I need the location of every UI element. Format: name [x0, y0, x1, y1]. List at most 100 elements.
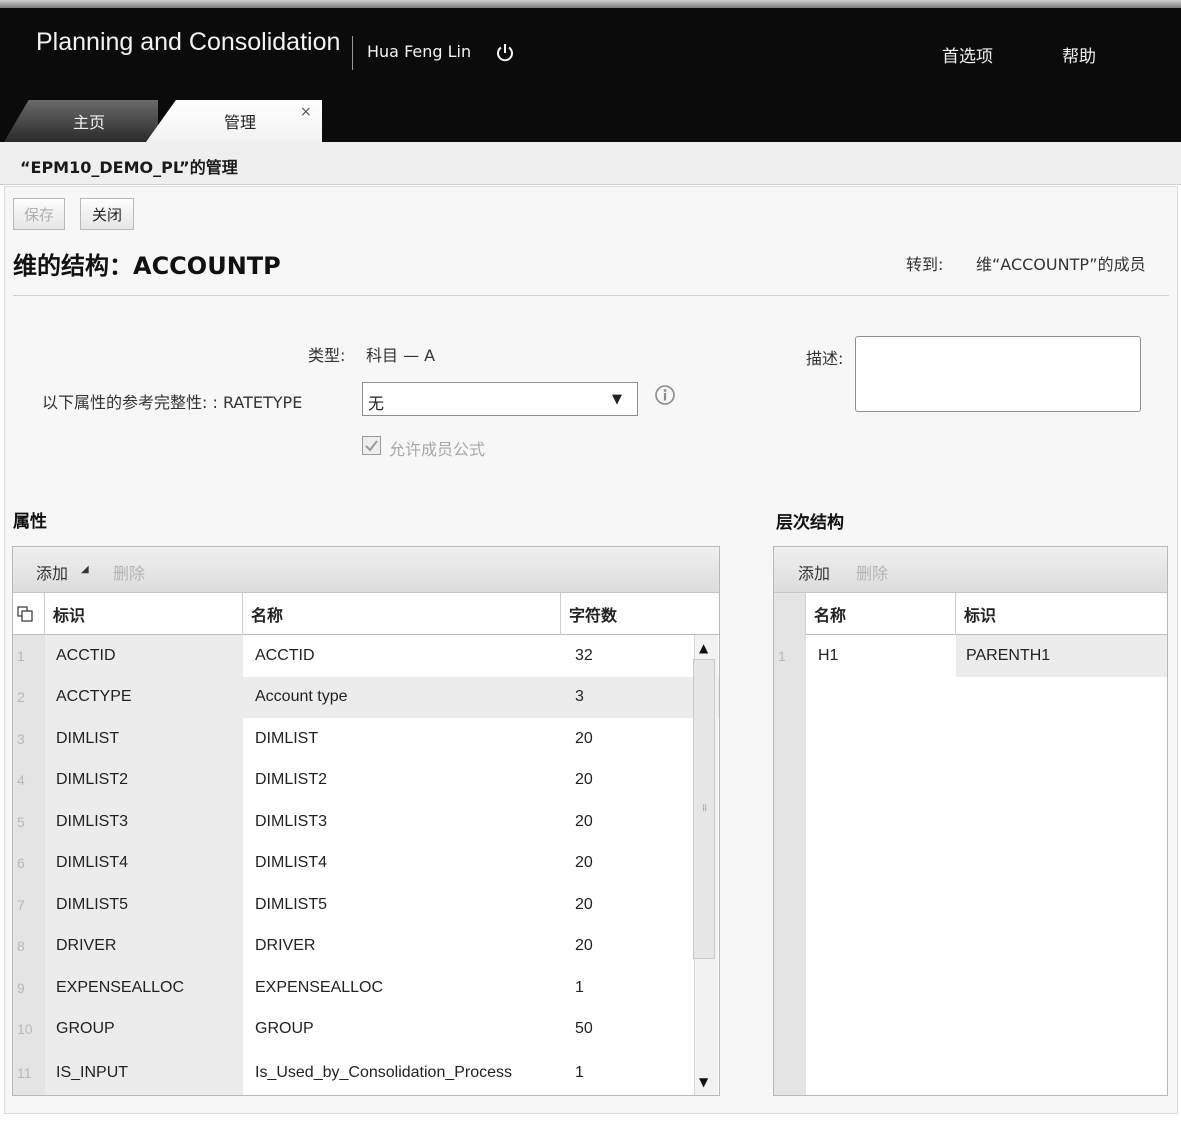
scroll-down-icon[interactable]: ▼	[699, 1075, 708, 1089]
add-hierarchy-button[interactable]: 添加	[798, 560, 830, 584]
cell-name[interactable]: ACCTID	[243, 635, 561, 677]
table-row[interactable]: 1 ACCTID ACCTID 32	[13, 635, 719, 677]
column-chooser-icon[interactable]	[17, 606, 33, 622]
cell-length[interactable]: 50	[561, 1009, 693, 1051]
table-row[interactable]: 5 DIMLIST3 DIMLIST3 20	[13, 801, 719, 843]
cell-length[interactable]: 1	[561, 1050, 693, 1095]
cell-name[interactable]: DIMLIST2	[243, 760, 561, 802]
row-number: 1	[13, 635, 45, 677]
chevron-down-icon[interactable]: ▼	[612, 392, 622, 407]
cell-id[interactable]: DRIVER	[45, 925, 243, 967]
cell-length[interactable]: 1	[561, 967, 693, 1009]
page-title: 维的结构：ACCOUNTP	[13, 252, 281, 280]
row-number: 4	[13, 759, 45, 801]
row-number: 5	[13, 801, 45, 843]
cell-name[interactable]: DIMLIST3	[243, 801, 561, 843]
table-row[interactable]: 3 DIMLIST DIMLIST 20	[13, 718, 719, 760]
cell-id[interactable]: ACCTID	[45, 635, 243, 677]
cell-name[interactable]: Is_Used_by_Consolidation_Process	[243, 1050, 561, 1095]
ratetype-selected-value[interactable]: 无	[368, 390, 384, 414]
row-number: 11	[13, 1050, 45, 1095]
column-header-length[interactable]: 字符数	[561, 593, 719, 635]
cell-name[interactable]: H1	[806, 635, 956, 677]
description-textarea[interactable]	[855, 336, 1141, 412]
cell-id[interactable]: DIMLIST4	[45, 842, 243, 884]
delete-attribute-button[interactable]: 删除	[113, 560, 145, 584]
table-row[interactable]: 2 ACCTYPE Account type 3	[13, 676, 719, 719]
cell-length[interactable]: 20	[561, 760, 693, 802]
cell-id[interactable]: DIMLIST5	[45, 884, 243, 926]
column-header-id[interactable]: 标识	[45, 593, 243, 635]
cell-name[interactable]: EXPENSEALLOC	[243, 967, 561, 1009]
tab-home[interactable]: 主页	[4, 100, 158, 142]
window-top-edge	[0, 0, 1181, 8]
title-divider	[13, 295, 1169, 296]
cell-id[interactable]: GROUP	[45, 1008, 243, 1050]
cell-id[interactable]: DIMLIST	[45, 718, 243, 760]
info-icon[interactable]	[653, 383, 677, 407]
table-row[interactable]: 1 H1 PARENTH1	[774, 635, 1167, 677]
cell-id[interactable]: DIMLIST3	[45, 801, 243, 843]
page-subtitle: “EPM10_DEMO_PL”的管理	[20, 158, 238, 177]
add-menu-caret-icon[interactable]: ◢	[81, 564, 89, 575]
hierarchy-header-row: 名称 标识	[774, 593, 1167, 635]
type-label: 类型:	[308, 346, 346, 365]
preferences-link[interactable]: 首选项	[942, 42, 993, 67]
cell-length[interactable]: 32	[561, 635, 693, 677]
allow-formula-label: 允许成员公式	[389, 440, 486, 459]
cell-name[interactable]: DIMLIST5	[243, 884, 561, 926]
row-number: 7	[13, 884, 45, 926]
column-header-name[interactable]: 名称	[243, 593, 561, 635]
table-row[interactable]: 6 DIMLIST4 DIMLIST4 20	[13, 842, 719, 885]
column-header-name[interactable]: 名称	[806, 593, 956, 635]
cell-name[interactable]: DIMLIST	[243, 718, 561, 760]
goto-members-link[interactable]: 维“ACCOUNTP”的成员	[976, 251, 1146, 275]
attributes-header-row: 标识 名称 字符数	[13, 593, 719, 635]
table-row[interactable]: 7 DIMLIST5 DIMLIST5 20	[13, 884, 719, 926]
cell-name[interactable]: Account type	[243, 677, 561, 719]
description-label: 描述:	[806, 349, 844, 368]
close-button[interactable]: 关闭	[80, 198, 134, 230]
cell-length[interactable]: 20	[561, 843, 693, 885]
help-link[interactable]: 帮助	[1062, 42, 1096, 67]
user-name: Hua Feng Lin	[367, 42, 472, 61]
scroll-up-icon[interactable]: ▲	[699, 641, 708, 655]
cell-length[interactable]: 3	[561, 677, 693, 719]
table-row[interactable]: 4 DIMLIST2 DIMLIST2 20	[13, 759, 719, 802]
cell-name[interactable]: DRIVER	[243, 926, 561, 968]
column-header-id[interactable]: 标识	[956, 593, 1167, 635]
cell-id[interactable]: ACCTYPE	[45, 676, 243, 718]
add-attribute-button[interactable]: 添加	[36, 560, 68, 584]
table-row[interactable]: 9 EXPENSEALLOC EXPENSEALLOC 1	[13, 967, 719, 1009]
table-row[interactable]: 10 GROUP GROUP 50	[13, 1008, 719, 1051]
cell-id[interactable]: DIMLIST2	[45, 759, 243, 801]
allow-formula-checkbox[interactable]	[362, 436, 381, 455]
cell-name[interactable]: DIMLIST4	[243, 843, 561, 885]
cell-id[interactable]: IS_INPUT	[45, 1050, 243, 1095]
cell-name[interactable]: GROUP	[243, 1009, 561, 1051]
cell-length[interactable]: 20	[561, 801, 693, 843]
hierarchy-title: 层次结构	[776, 513, 844, 533]
goto-label: 转到:	[906, 255, 944, 274]
cell-length[interactable]: 20	[561, 884, 693, 926]
row-number: 2	[13, 676, 45, 718]
header-corner-cell	[774, 593, 806, 635]
cell-id[interactable]: PARENTH1	[956, 635, 1167, 677]
row-number: 6	[13, 842, 45, 884]
save-button[interactable]: 保存	[13, 198, 65, 230]
table-row[interactable]: 8 DRIVER DRIVER 20	[13, 925, 719, 968]
power-icon[interactable]	[494, 42, 516, 64]
row-number: 9	[13, 967, 45, 1009]
row-number: 1	[774, 635, 806, 677]
ratetype-select[interactable]	[362, 382, 638, 416]
cell-length[interactable]: 20	[561, 926, 693, 968]
attributes-toolbar: 添加 ◢ 删除	[13, 547, 719, 593]
tab-admin[interactable]: 管理	[146, 100, 322, 142]
cell-length[interactable]: 20	[561, 718, 693, 760]
delete-hierarchy-button[interactable]: 删除	[856, 560, 888, 584]
type-value: 科目 — A	[366, 346, 436, 365]
cell-id[interactable]: EXPENSEALLOC	[45, 967, 243, 1009]
table-row[interactable]: 11 IS_INPUT Is_Used_by_Consolidation_Pro…	[13, 1050, 719, 1095]
close-tab-icon[interactable]: ×	[300, 104, 312, 120]
app-title: Planning and Consolidation	[36, 28, 341, 56]
